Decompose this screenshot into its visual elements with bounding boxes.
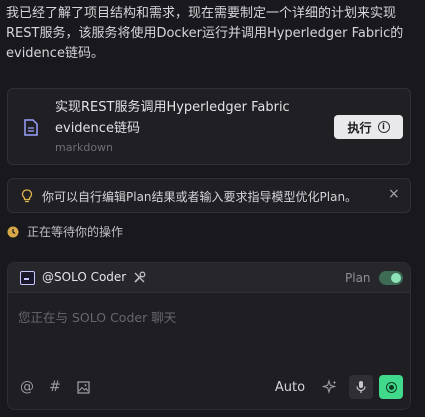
info-icon: i — [377, 121, 390, 133]
execute-button[interactable]: 执行 i — [334, 115, 403, 139]
stop-icon — [385, 381, 397, 393]
agent-icon — [20, 271, 35, 285]
document-icon — [24, 119, 38, 136]
tip-text: 你可以自行编辑Plan结果或者输入要求指导模型优化Plan。 — [42, 190, 358, 204]
waiting-text: 正在等待你的操作 — [27, 225, 124, 239]
tools-icon — [134, 271, 146, 283]
lightbulb-icon — [21, 189, 33, 203]
chat-composer: @SOLO Coder Plan @ # Auto — [7, 262, 411, 410]
plan-card[interactable]: 实现REST服务调用Hyperledger Fabric evidence链码 … — [7, 88, 411, 165]
assistant-message: 我已经了解了项目结构和需求，现在需要制定一个详细的计划来实现REST服务，该服务… — [6, 6, 404, 61]
chat-input[interactable] — [18, 307, 398, 347]
plan-toggle[interactable] — [379, 271, 403, 285]
agent-name[interactable]: @SOLO Coder — [42, 270, 126, 284]
close-icon[interactable]: × — [388, 186, 400, 202]
execute-label: 执行 — [347, 120, 372, 135]
plan-format: markdown — [55, 141, 114, 154]
composer-toolbar: @ # Auto — [8, 375, 410, 399]
plan-title: 实现REST服务调用Hyperledger Fabric evidence链码 — [55, 100, 290, 136]
tip-banner: 你可以自行编辑Plan结果或者输入要求指导模型优化Plan。 × — [7, 178, 411, 213]
send-button[interactable] — [379, 375, 403, 399]
sparkle-icon[interactable] — [321, 375, 339, 399]
mention-button[interactable]: @ — [18, 375, 36, 399]
clock-icon — [7, 226, 19, 237]
microphone-button[interactable] — [349, 375, 373, 399]
model-mode-selector[interactable]: Auto — [272, 375, 308, 399]
waiting-status: 正在等待你的操作 — [7, 223, 123, 240]
image-upload-icon[interactable] — [74, 375, 92, 399]
plan-mode-label: Plan — [345, 271, 371, 285]
microphone-icon — [356, 381, 366, 393]
context-button[interactable]: # — [46, 375, 64, 399]
chat-header: @SOLO Coder Plan — [8, 263, 410, 293]
